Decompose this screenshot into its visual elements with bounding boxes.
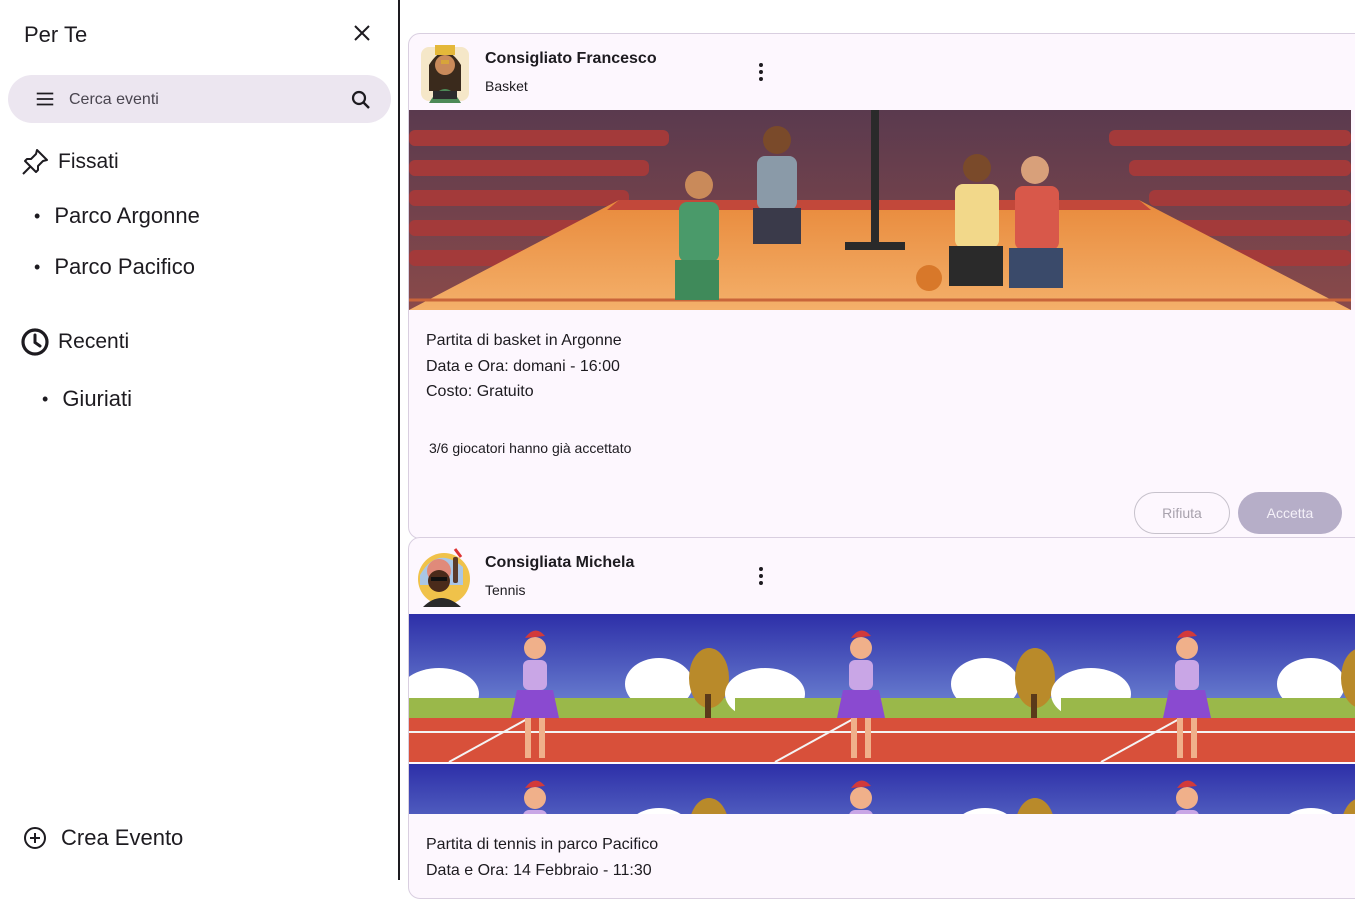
recent-label: Recenti (58, 330, 130, 353)
pinned-item-label: Parco Pacifico (54, 254, 195, 279)
event-cost: Costo: Gratuito (426, 383, 534, 400)
players-accepted-text: 3/6 giocatori hanno già accettato (429, 440, 632, 456)
create-event-button[interactable]: Crea Evento (22, 825, 183, 851)
card-title: Consigliato Francesco (485, 50, 657, 67)
event-description: Partita di basket in Argonne Data e Ora:… (426, 328, 622, 405)
close-icon[interactable] (350, 21, 374, 45)
event-card-basket[interactable]: Consigliato Francesco Basket Partita di … (408, 33, 1355, 539)
recent-item-giuriati[interactable]: • Giuriati (42, 386, 132, 412)
avatar (418, 548, 470, 607)
accept-button[interactable]: Accetta (1238, 492, 1342, 534)
recent-section-header: Recenti (20, 327, 129, 357)
event-description: Partita di tennis in parco Pacifico Data… (426, 832, 658, 883)
event-location: Partita di tennis in parco Pacifico (426, 836, 659, 853)
create-event-label: Crea Evento (61, 825, 184, 850)
reject-button[interactable]: Rifiuta (1134, 492, 1230, 534)
bullet: • (34, 205, 41, 226)
bullet: • (42, 388, 49, 409)
pinned-item-parco-pacifico[interactable]: • Parco Pacifico (34, 254, 195, 280)
event-datetime: Data e Ora: 14 Febbraio - 11:30 (426, 861, 652, 879)
pinned-item-parco-argonne[interactable]: • Parco Argonne (34, 203, 200, 229)
avatar (421, 45, 469, 103)
menu-icon[interactable] (34, 88, 56, 110)
pinned-label: Fissati (58, 150, 119, 173)
drawer-divider (398, 0, 400, 880)
event-datetime: Data e Ora: domani - 16:00 (426, 357, 620, 375)
more-vert-icon[interactable] (749, 564, 773, 588)
tennis-banner-image (409, 614, 1355, 814)
event-card-tennis[interactable]: Consigliata Michela Tennis Partita di te… (408, 537, 1355, 899)
basketball-banner-image (409, 110, 1351, 310)
drawer-title: Per Te (24, 22, 88, 47)
card-subtitle: Basket (485, 78, 528, 94)
card-subtitle: Tennis (485, 582, 526, 598)
add-circle-icon (24, 827, 46, 849)
bullet: • (34, 256, 41, 277)
pinned-item-label: Parco Argonne (54, 203, 200, 228)
pinned-section-header: Fissati (20, 147, 119, 177)
more-vert-icon[interactable] (749, 60, 773, 84)
search-input[interactable] (67, 87, 321, 113)
pin-icon (22, 149, 48, 175)
search-bar (8, 75, 391, 123)
clock-icon (21, 328, 49, 356)
card-title: Consigliata Michela (485, 554, 635, 571)
recent-item-label: Giuriati (62, 386, 132, 411)
event-location: Partita di basket in Argonne (426, 332, 622, 349)
search-icon[interactable] (349, 88, 373, 112)
side-drawer: Per Te Fissati • Parco Argonne • Parco P… (0, 0, 398, 880)
